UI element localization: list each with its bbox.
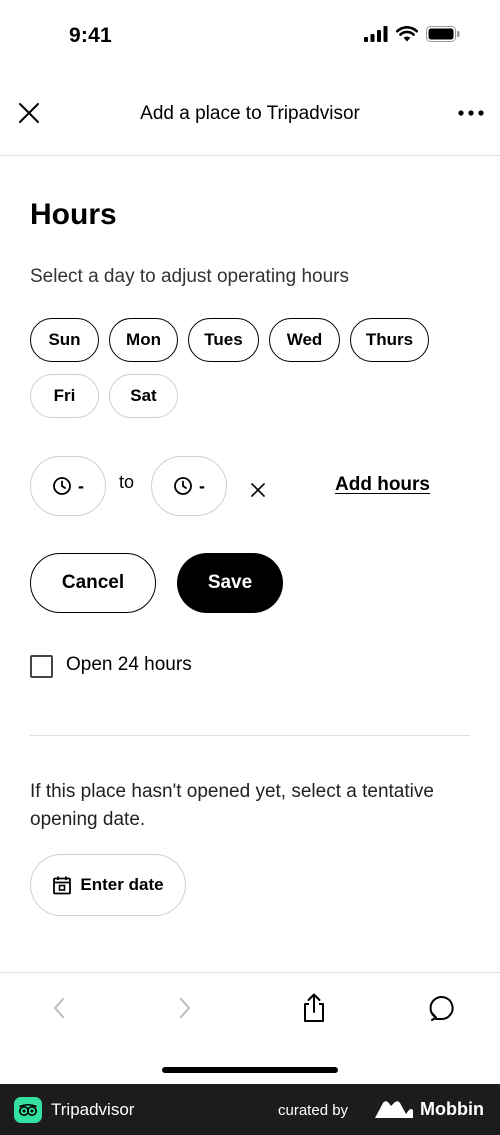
day-chip-thurs[interactable]: Thurs [350, 318, 429, 362]
share-button[interactable] [297, 991, 331, 1025]
clock-icon [174, 477, 192, 495]
refresh-icon [429, 996, 454, 1021]
refresh-button[interactable] [424, 991, 458, 1025]
enter-date-button[interactable]: Enter date [30, 854, 186, 916]
remove-hours-button[interactable] [246, 478, 270, 502]
status-time: 9:41 [69, 24, 112, 47]
footer-brand: Tripadvisor [51, 1100, 135, 1119]
day-chip-fri[interactable]: Fri [30, 374, 99, 418]
open-24-hours-label: Open 24 hours [66, 654, 192, 675]
tripadvisor-logo-icon [14, 1097, 42, 1123]
home-indicator [162, 1067, 338, 1073]
close-icon [251, 483, 265, 497]
status-icons [364, 26, 460, 42]
start-time-value: - [78, 475, 84, 496]
mobbin-logo-icon [375, 1101, 413, 1118]
end-time-value: - [199, 475, 205, 496]
day-chip-wed[interactable]: Wed [269, 318, 340, 362]
browser-toolbar [0, 972, 500, 1084]
share-icon [304, 993, 324, 1022]
calendar-icon [53, 876, 72, 895]
curated-by-label: curated by [278, 1102, 349, 1119]
chevron-right-icon [180, 998, 190, 1018]
start-time-picker[interactable]: - [30, 456, 106, 516]
add-hours-link[interactable]: Add hours [335, 474, 430, 496]
mobbin-label: Mobbin [420, 1099, 484, 1119]
forward-button[interactable] [168, 991, 202, 1025]
open-24-hours-checkbox[interactable] [30, 655, 53, 678]
hours-instructions: Select a day to adjust operating hours [30, 266, 349, 287]
divider [30, 735, 470, 736]
end-time-picker[interactable]: - [151, 456, 227, 516]
to-label: to [119, 472, 135, 492]
wifi-icon [396, 26, 418, 42]
save-button[interactable]: Save [177, 553, 283, 613]
attribution-footer: Tripadvisor curated by Mobbin [0, 1084, 500, 1135]
cancel-button[interactable]: Cancel [30, 553, 156, 613]
clock-icon [53, 477, 71, 495]
day-chip-sun[interactable]: Sun [30, 318, 99, 362]
day-chip-sat[interactable]: Sat [109, 374, 178, 418]
cellular-signal-icon [364, 26, 388, 42]
enter-date-label: Enter date [80, 875, 164, 894]
opening-date-info: If this place hasn't opened yet, select … [30, 781, 434, 830]
day-chip-mon[interactable]: Mon [109, 318, 178, 362]
nav-header: Add a place to Tripadvisor [0, 72, 500, 156]
day-chip-tues[interactable]: Tues [188, 318, 259, 362]
more-icon [458, 110, 484, 116]
status-bar: 9:41 [0, 0, 500, 72]
chevron-left-icon [54, 998, 64, 1018]
hours-heading: Hours [30, 198, 117, 231]
battery-icon [426, 26, 460, 42]
more-options-button[interactable] [456, 98, 486, 128]
back-button[interactable] [42, 991, 76, 1025]
page-title: Add a place to Tripadvisor [140, 103, 360, 124]
